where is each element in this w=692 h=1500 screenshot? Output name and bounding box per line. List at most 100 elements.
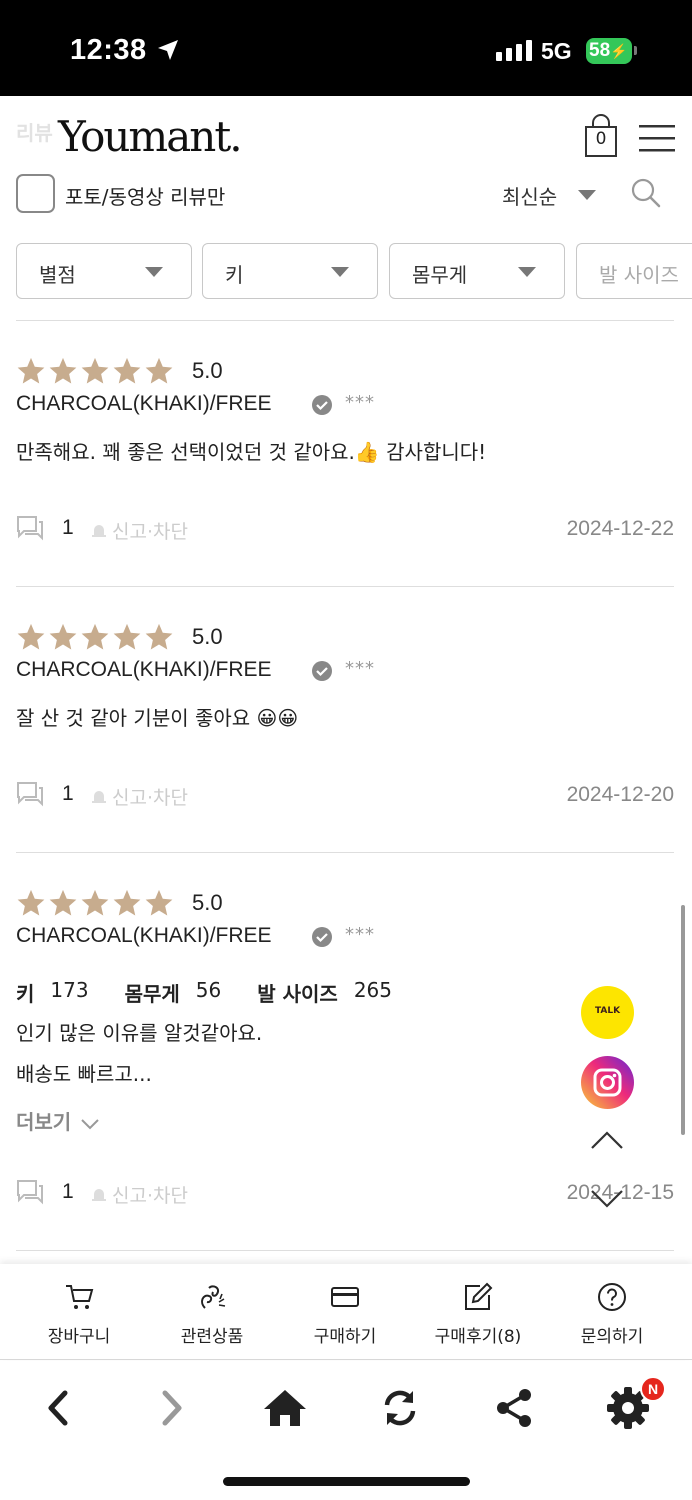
star-icon <box>145 623 173 650</box>
rating-value: 5.0 <box>192 890 223 915</box>
spec-height-label: 키 <box>16 982 35 1006</box>
review-content: 잘 산 것 같아 기분이 좋아요 😀😀 <box>16 706 299 730</box>
report-label: 신고·차단 <box>112 787 188 809</box>
spec-weight-value: 56 <box>195 978 222 1002</box>
read-more-link[interactable]: 더보기 <box>16 1106 100 1135</box>
location-arrow-icon <box>158 40 178 60</box>
related-products-button[interactable]: 관련상품 <box>152 1264 272 1360</box>
instagram-button[interactable] <box>581 1056 634 1109</box>
report-label: 신고·차단 <box>112 1185 188 1207</box>
review-date: 2024-12-22 <box>566 517 674 540</box>
height-filter-dropdown[interactable]: 키 <box>202 243 378 299</box>
inquiry-button[interactable]: 문의하기 <box>552 1264 672 1360</box>
network-label: 5G <box>541 38 572 64</box>
weight-filter-dropdown[interactable]: 몸무게 <box>389 243 565 299</box>
refresh-icon[interactable] <box>375 1383 425 1433</box>
verified-check-icon <box>312 661 332 681</box>
talk-label: TALK <box>594 1006 621 1016</box>
review-content-line: 배송도 빠르고... <box>16 1062 152 1086</box>
star-icon <box>81 357 109 384</box>
rating-filter-dropdown[interactable]: 별점 <box>16 243 192 299</box>
dropdown-label: 키 <box>225 263 244 287</box>
search-icon[interactable] <box>630 177 662 209</box>
review-content-line: 인기 많은 이유를 알것같아요. <box>16 1021 263 1045</box>
comment-count: 1 <box>62 782 74 805</box>
chevron-down-icon <box>518 267 536 277</box>
star-icon <box>17 357 45 384</box>
instagram-icon <box>593 1068 622 1097</box>
home-icon[interactable] <box>260 1383 310 1433</box>
chevron-down-icon <box>331 267 349 277</box>
photo-only-checkbox[interactable] <box>16 174 55 213</box>
sort-select[interactable]: 최신순 <box>502 181 557 210</box>
status-bar: 12:38 5G 58⚡ <box>0 0 692 96</box>
sort-caret-icon <box>578 190 596 200</box>
review-item: 5.0 CHARCOAL(KHAKI)/FREE *** 잘 산 것 같아 기분… <box>16 622 676 822</box>
edit-icon <box>465 1282 493 1310</box>
divider <box>16 320 674 321</box>
star-icon <box>113 623 141 650</box>
section-title-ghost: 리뷰 <box>16 121 53 145</box>
site-logo[interactable]: Youmant. <box>58 112 243 161</box>
report-label: 신고·차단 <box>112 521 188 543</box>
bottom-action-bar: 장바구니 관련상품 구매하기 구매후기(8) 문의하기 <box>0 1264 692 1360</box>
dropdown-label: 몸무게 <box>412 263 468 287</box>
question-icon <box>598 1283 626 1311</box>
scrollbar[interactable] <box>681 905 685 1135</box>
buy-button[interactable]: 구매하기 <box>285 1264 405 1360</box>
spec-weight-label: 몸무게 <box>124 982 180 1006</box>
review-date: 2024-12-20 <box>566 783 674 806</box>
star-icon <box>49 623 77 650</box>
review-item: 5.0 CHARCOAL(KHAKI)/FREE *** 키 173 몸무게 5… <box>16 888 676 1238</box>
battery-level: 58 <box>589 40 611 61</box>
comment-count: 1 <box>62 1180 74 1203</box>
share-icon[interactable] <box>489 1383 539 1433</box>
photo-only-label[interactable]: 포토/동영상 리뷰만 <box>65 181 225 210</box>
kakao-talk-button[interactable]: TALK <box>581 986 634 1039</box>
verified-check-icon <box>312 927 332 947</box>
report-block-link[interactable]: 신고·차단 <box>90 783 188 810</box>
body-spec: 키 173 몸무게 56 발 사이즈 265 <box>16 978 392 1007</box>
comment-icon[interactable] <box>16 514 44 542</box>
write-review-button[interactable]: 구매후기(8) <box>418 1264 538 1360</box>
rating-value: 5.0 <box>192 624 223 649</box>
hamburger-menu-icon[interactable] <box>639 124 675 152</box>
action-label: 문의하기 <box>580 1327 644 1347</box>
chevron-down-icon <box>81 1118 99 1129</box>
dropdown-label: 발 사이즈 <box>599 263 679 287</box>
cart-button[interactable]: 장바구니 <box>19 1264 139 1360</box>
foot-size-filter-dropdown[interactable]: 발 사이즈 <box>576 243 692 299</box>
divider <box>16 586 674 587</box>
spec-height-value: 173 <box>50 978 89 1002</box>
star-icon <box>113 357 141 384</box>
review-item: 5.0 CHARCOAL(KHAKI)/FREE *** 만족해요. 꽤 좋은 … <box>16 356 676 556</box>
forward-icon[interactable] <box>147 1383 197 1433</box>
author-name: *** <box>345 392 375 413</box>
report-block-link[interactable]: 신고·차단 <box>90 1181 188 1208</box>
bell-icon <box>92 1188 106 1201</box>
verified-check-icon <box>312 395 332 415</box>
back-icon[interactable] <box>33 1383 83 1433</box>
spec-foot-label: 발 사이즈 <box>257 982 338 1006</box>
comment-icon[interactable] <box>16 780 44 808</box>
star-icon <box>49 889 77 916</box>
author-name: *** <box>345 658 375 679</box>
star-icon <box>145 889 173 916</box>
dropdown-label: 별점 <box>39 263 76 287</box>
comment-count: 1 <box>62 516 74 539</box>
action-label: 구매후기(8) <box>434 1327 522 1347</box>
scroll-to-top-icon[interactable] <box>589 1129 625 1151</box>
status-time: 12:38 <box>70 34 147 66</box>
star-icon <box>17 623 45 650</box>
battery-icon: 58⚡ <box>586 38 632 64</box>
scroll-to-bottom-icon[interactable] <box>589 1188 625 1210</box>
related-products-icon <box>201 1285 226 1309</box>
read-more-label: 더보기 <box>16 1110 72 1134</box>
star-rating <box>16 356 174 386</box>
cart-count: 0 <box>595 129 607 149</box>
action-label: 구매하기 <box>313 1327 377 1347</box>
comment-icon[interactable] <box>16 1178 44 1206</box>
report-block-link[interactable]: 신고·차단 <box>90 517 188 544</box>
star-rating <box>16 888 174 918</box>
rating-value: 5.0 <box>192 358 223 383</box>
